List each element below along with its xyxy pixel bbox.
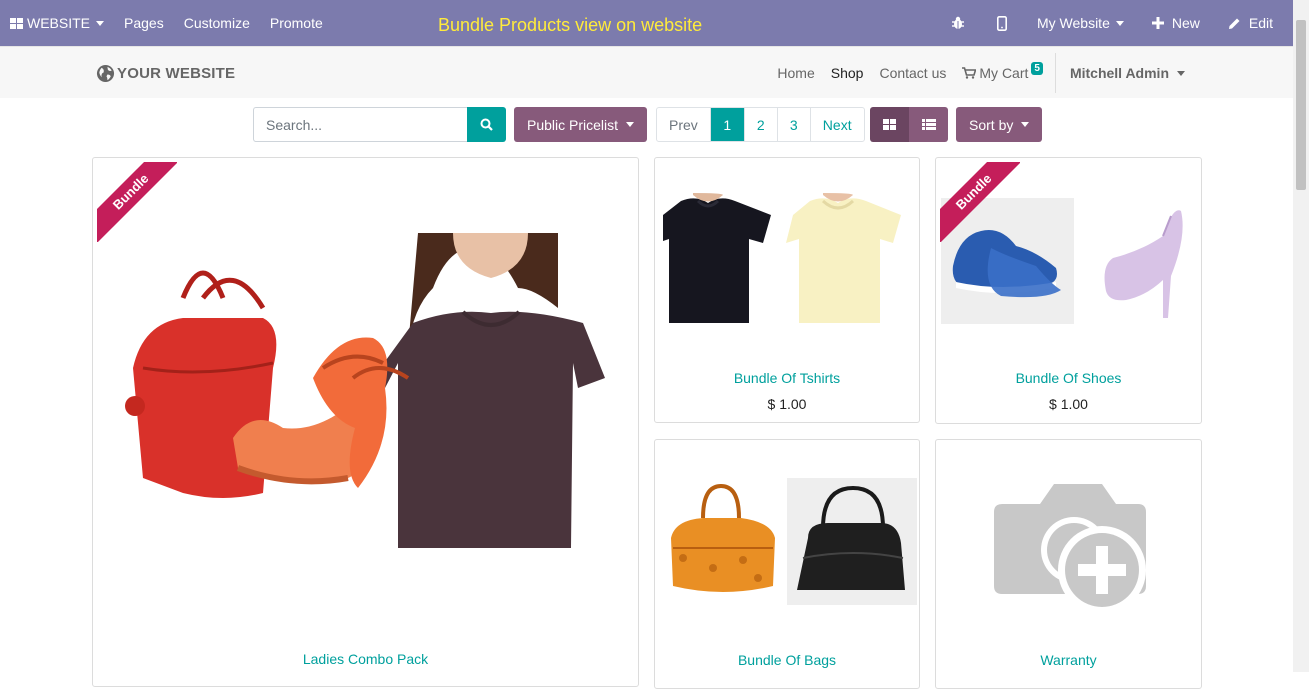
cart-count-badge: 5 [1031, 61, 1043, 75]
camera-plus-placeholder-icon [994, 484, 1146, 614]
pager-next[interactable]: Next [811, 108, 864, 141]
scrollbar-thumb[interactable] [1296, 20, 1306, 190]
product-name[interactable]: Ladies Combo Pack [93, 651, 638, 667]
nav-home[interactable]: Home [769, 65, 822, 81]
nav-divider [1054, 53, 1056, 93]
nav-my-cart[interactable]: My Cart 5 [954, 61, 1051, 81]
website-brand-label: WEBSITE [27, 15, 91, 31]
product-price: $ 1.00 [1049, 396, 1088, 412]
pencil-icon [1228, 18, 1240, 29]
product-image-ladies-combo [125, 233, 605, 548]
menu-pages[interactable]: Pages [114, 0, 174, 46]
cart-label: My Cart [979, 65, 1029, 81]
website-app-menu[interactable]: WEBSITE [0, 0, 114, 46]
user-menu[interactable]: Mitchell Admin [1062, 65, 1193, 81]
globe-icon [96, 64, 115, 83]
apps-grid-icon [10, 17, 23, 29]
site-logo[interactable]: YOUR WEBSITE [96, 64, 235, 83]
plus-icon [1151, 17, 1164, 29]
product-image-bags [671, 478, 917, 605]
chevron-down-icon [96, 20, 105, 26]
list-view-button[interactable] [909, 107, 948, 142]
menu-promote[interactable]: Promote [260, 0, 333, 46]
chevron-down-icon [1115, 20, 1124, 26]
shopping-cart-icon [962, 67, 977, 79]
user-name: Mitchell Admin [1069, 65, 1169, 81]
sort-by-dropdown[interactable]: Sort by [956, 107, 1043, 142]
pricelist-dropdown[interactable]: Public Pricelist [514, 107, 648, 142]
page-scrollbar[interactable] [1293, 0, 1309, 672]
nav-shop[interactable]: Shop [823, 65, 872, 81]
search-input[interactable] [253, 107, 467, 142]
debug-button[interactable] [935, 0, 981, 46]
product-name[interactable]: Bundle Of Tshirts [655, 370, 919, 386]
annotation-banner: Bundle Products view on website [438, 15, 703, 35]
bug-icon [951, 16, 964, 29]
pricelist-label: Public Pricelist [527, 116, 619, 133]
sort-by-label: Sort by [969, 116, 1014, 133]
pager-page-1[interactable]: 1 [710, 108, 745, 141]
chevron-down-icon [1177, 70, 1185, 76]
pagination: Prev 1 2 3 Next [656, 107, 865, 142]
product-card-bundle-of-tshirts[interactable]: Bundle Of Tshirts $ 1.00 [654, 157, 920, 423]
search-form [253, 107, 506, 142]
product-name[interactable]: Bundle Of Bags [655, 652, 919, 668]
product-card-bundle-of-shoes[interactable]: Bundle Bundle Of Shoes $ 1.00 [935, 157, 1202, 424]
product-card-ladies-combo-pack[interactable]: Bundle Ladies Combo Pack [92, 157, 639, 687]
pager-page-2[interactable]: 2 [745, 108, 778, 141]
search-button[interactable] [467, 107, 506, 142]
my-website-label: My Website [1036, 15, 1110, 31]
chevron-down-icon [1021, 122, 1030, 127]
admin-top-bar: WEBSITE Pages Customize Promote Bundle P… [0, 0, 1293, 46]
list-view-icon [921, 119, 936, 130]
product-name[interactable]: Warranty [936, 652, 1201, 668]
product-card-bundle-of-bags[interactable]: Bundle Of Bags [654, 439, 920, 689]
product-name[interactable]: Bundle Of Shoes [936, 370, 1201, 386]
chevron-down-icon [626, 122, 635, 127]
shop-toolbar: Public Pricelist Prev 1 2 3 Next Sort by [0, 107, 1293, 142]
new-button[interactable]: New [1138, 0, 1214, 46]
mobile-preview-button[interactable] [981, 0, 1023, 46]
bundle-ribbon: Bundle [940, 162, 1020, 242]
edit-label: Edit [1248, 15, 1273, 31]
mobile-icon [996, 15, 1007, 31]
website-navbar: YOUR WEBSITE Home Shop Contact us My Car… [0, 46, 1293, 98]
my-website-dropdown[interactable]: My Website [1023, 0, 1138, 46]
pager-prev[interactable]: Prev [657, 108, 711, 141]
menu-customize[interactable]: Customize [174, 0, 260, 46]
new-label: New [1171, 15, 1200, 31]
edit-button[interactable]: Edit [1214, 0, 1293, 46]
grid-view-button[interactable] [870, 107, 909, 142]
product-price: $ 1.00 [767, 396, 807, 412]
product-card-warranty[interactable]: Warranty [935, 439, 1202, 689]
layout-toggle [870, 107, 948, 142]
product-image-tshirts [663, 193, 901, 323]
search-icon [480, 118, 493, 131]
nav-contact-us[interactable]: Contact us [871, 65, 954, 81]
pager-page-3[interactable]: 3 [778, 108, 811, 141]
grid-view-icon [883, 119, 896, 130]
logo-text: YOUR WEBSITE [117, 65, 236, 82]
